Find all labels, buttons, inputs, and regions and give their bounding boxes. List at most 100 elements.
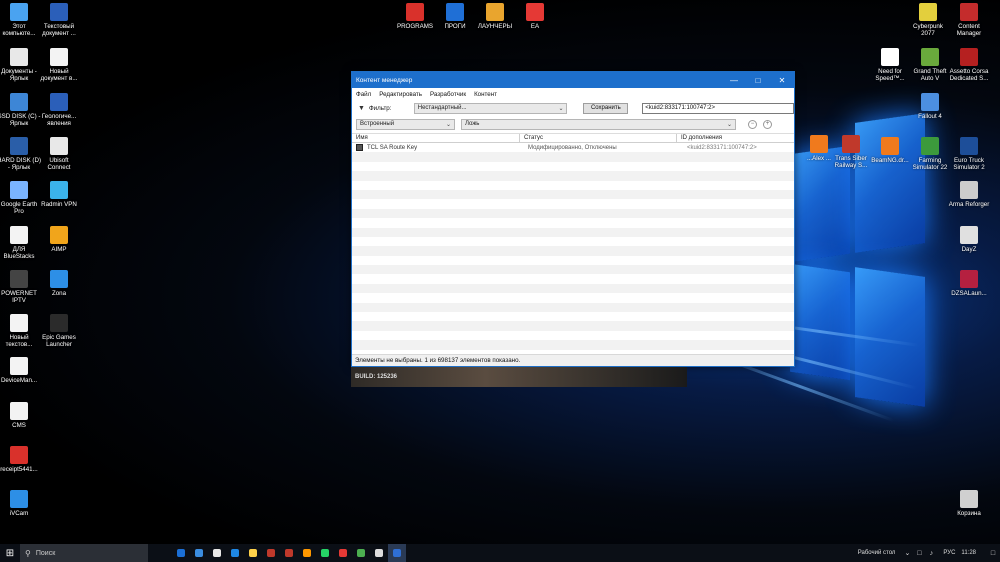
desktop-icon-file-8[interactable]: DeviceMan... bbox=[0, 357, 41, 384]
task-view-icon[interactable] bbox=[172, 544, 190, 562]
desktop-icon-cyberpunk-0[interactable]: Cyberpunk 2077 bbox=[906, 3, 950, 37]
desktop-icon-ets-8[interactable]: Euro Truck Simulator 2 bbox=[947, 137, 991, 171]
desktop-icon-file-7[interactable]: Новый текстов... bbox=[0, 314, 41, 348]
desktop-icon-zona-6[interactable]: Zona bbox=[37, 270, 81, 297]
folder-icon[interactable] bbox=[244, 544, 262, 562]
file-icon bbox=[10, 314, 28, 332]
settings-icon[interactable] bbox=[370, 544, 388, 562]
desktop-icon-partial-2[interactable]: Trans Siber Railway S... bbox=[829, 135, 873, 169]
desktop-icon-label: Assetto Corsa Dedicated S... bbox=[949, 68, 989, 82]
taskbar-apps bbox=[172, 544, 406, 562]
minimize-icon[interactable]: — bbox=[722, 72, 746, 88]
desktop-icon-cm-1[interactable]: Content Manager bbox=[947, 3, 991, 37]
desktop-icon-word-2[interactable]: Геологиче... явления bbox=[37, 93, 81, 127]
opera-icon[interactable] bbox=[334, 544, 352, 562]
column-name[interactable]: Имя bbox=[352, 134, 520, 142]
desktop-icon-nfs-2[interactable]: Need for Speed™... bbox=[868, 48, 912, 82]
desktop-icon-programs-0[interactable]: PROGRAMS bbox=[393, 3, 437, 30]
menu-edit[interactable]: Редактировать bbox=[379, 91, 422, 98]
table-header: Имя Статус ID дополнения bbox=[352, 133, 794, 143]
edge-icon[interactable] bbox=[226, 544, 244, 562]
desktop-icon-launchers-2[interactable]: ЛАУНЧЕРЫ bbox=[473, 3, 517, 30]
desktop-icon-fallout-5[interactable]: Fallout 4 bbox=[908, 93, 952, 120]
desktop-icon-beamng-6[interactable]: BeamNG.dr... bbox=[868, 137, 912, 164]
notifications-icon[interactable]: □ bbox=[986, 544, 1000, 562]
zona-icon bbox=[50, 270, 68, 288]
language-indicator[interactable]: РУС bbox=[943, 550, 955, 556]
taskbar-search[interactable]: ⚲ Поиск bbox=[20, 544, 148, 562]
add-filter-icon[interactable]: + bbox=[763, 119, 772, 129]
vpn-icon[interactable] bbox=[352, 544, 370, 562]
start-button[interactable]: ⊞ bbox=[0, 544, 20, 562]
desktop-icon-label: AIMP bbox=[51, 246, 67, 253]
dzsa-icon bbox=[960, 270, 978, 288]
clock[interactable]: 11:28 bbox=[961, 550, 976, 556]
menu-developer[interactable]: Разработчик bbox=[430, 91, 466, 98]
desktop-icon-dzsa-11[interactable]: DZSALaun... bbox=[947, 270, 991, 297]
menu-content[interactable]: Контент bbox=[474, 91, 497, 98]
desktop-icon-aimp-5[interactable]: AIMP bbox=[37, 226, 81, 253]
desktop-icon-pdf-10[interactable]: receipt5441... bbox=[0, 446, 41, 473]
explorer-icon[interactable] bbox=[208, 544, 226, 562]
desktop-toolbar-label[interactable]: Рабочий стол bbox=[858, 550, 896, 556]
desktop-icon-globe-4[interactable]: Google Earth Pro bbox=[0, 181, 41, 215]
desktop-icon-label: SSD DISK (C) - Ярлык bbox=[0, 113, 41, 127]
save-button[interactable]: Сохранить bbox=[583, 102, 629, 114]
steam-icon[interactable] bbox=[190, 544, 208, 562]
condition-dropdown[interactable]: Ложь ⌄ bbox=[461, 118, 736, 130]
filter-dropdown[interactable]: Нестандартный... ⌄ bbox=[413, 102, 568, 114]
filter-funnel-icon: ▼ bbox=[358, 104, 365, 112]
desktop-icon-documents-1[interactable]: Документы - Ярлык bbox=[0, 48, 41, 82]
table-row[interactable]: TCL SA Route Key Модифицированно, Отключ… bbox=[352, 143, 794, 153]
empty-row bbox=[352, 321, 794, 331]
whatsapp-icon[interactable] bbox=[316, 544, 334, 562]
desktop-icon-file-5[interactable]: ДЛЯ BlueStacks bbox=[0, 226, 41, 260]
status-bar: Элементы не выбраны. 1 из 698137 элемент… bbox=[352, 354, 794, 366]
empty-row bbox=[352, 171, 794, 181]
desktop-icon-ubisoft-3[interactable]: Ubisoft Connect bbox=[37, 137, 81, 171]
desktop-icon-camera-11[interactable]: iVCam bbox=[0, 490, 41, 517]
desktop-icon-file-9[interactable]: CMS bbox=[0, 402, 41, 429]
remove-filter-icon[interactable]: − bbox=[748, 119, 757, 129]
desktop-icon-computer-0[interactable]: Этот компьюте... bbox=[0, 3, 41, 37]
desktop-icon-label: ДЛЯ BlueStacks bbox=[3, 246, 35, 260]
column-id[interactable]: ID дополнения bbox=[677, 134, 794, 142]
desktop-icon-fs-7[interactable]: Farming Simulator 22 bbox=[908, 137, 952, 171]
desktop-icon-ea-3[interactable]: EA bbox=[513, 3, 557, 30]
network-icon[interactable]: □ bbox=[913, 544, 925, 562]
store-icon[interactable] bbox=[280, 544, 298, 562]
maximize-icon[interactable]: □ bbox=[746, 72, 770, 88]
desktop-icon-arma-9[interactable]: Arma Reforger bbox=[947, 181, 991, 208]
desktop-icon-file-1[interactable]: Новый документ в... bbox=[37, 48, 81, 82]
desktop-icon-label: iVCam bbox=[9, 510, 29, 517]
desktop-icon-label: Content Manager bbox=[956, 23, 982, 37]
desktop-icon-ac-4[interactable]: Assetto Corsa Dedicated S... bbox=[947, 48, 991, 82]
volume-icon[interactable]: ♪ bbox=[925, 544, 937, 562]
desktop-icon-info-1[interactable]: ПРОГИ bbox=[433, 3, 477, 30]
desktop-icon-word-0[interactable]: Текстовый документ ... bbox=[37, 3, 81, 37]
file-icon bbox=[10, 226, 28, 244]
search-input[interactable]: <kuid2:833171:100747:2> bbox=[642, 102, 794, 114]
app-icon[interactable] bbox=[388, 544, 406, 562]
row-id: <kuid2:833171:100747:2> bbox=[687, 144, 757, 151]
desktop-icon-recycle-bin-12[interactable]: Корзина bbox=[947, 490, 991, 517]
window-titlebar[interactable]: Контент менеджер — □ ✕ bbox=[352, 72, 794, 88]
source-dropdown[interactable]: Встроенный ⌄ bbox=[356, 118, 455, 130]
ea-icon[interactable] bbox=[262, 544, 280, 562]
empty-row bbox=[352, 265, 794, 275]
desktop-icon-epic-7[interactable]: Epic Games Launcher bbox=[37, 314, 81, 348]
chrome-icon[interactable] bbox=[298, 544, 316, 562]
desktop-icon-gta-3[interactable]: Grand Theft Auto V bbox=[908, 48, 952, 82]
menu-file[interactable]: Файл bbox=[356, 91, 371, 98]
game-icon bbox=[810, 135, 828, 153]
column-status[interactable]: Статус bbox=[520, 134, 677, 142]
desktop-icon-dayz-10[interactable]: DayZ bbox=[947, 226, 991, 253]
desktop-icon-drive-2[interactable]: SSD DISK (C) - Ярлык bbox=[0, 93, 41, 127]
desktop-icon-label: Документы - Ярлык bbox=[1, 68, 37, 82]
desktop-icon-vpn-4[interactable]: Radmin VPN bbox=[37, 181, 81, 208]
desktop-icon-tv-6[interactable]: POWERNET IPTV bbox=[0, 270, 41, 304]
tray-chevron-icon[interactable]: ⌄ bbox=[901, 544, 913, 562]
desktop-icon-drive-3[interactable]: HARD DISK (D) - Ярлык bbox=[0, 137, 41, 171]
dropdown-row: Встроенный ⌄ Ложь ⌄ − + bbox=[352, 116, 794, 132]
close-icon[interactable]: ✕ bbox=[770, 72, 794, 88]
